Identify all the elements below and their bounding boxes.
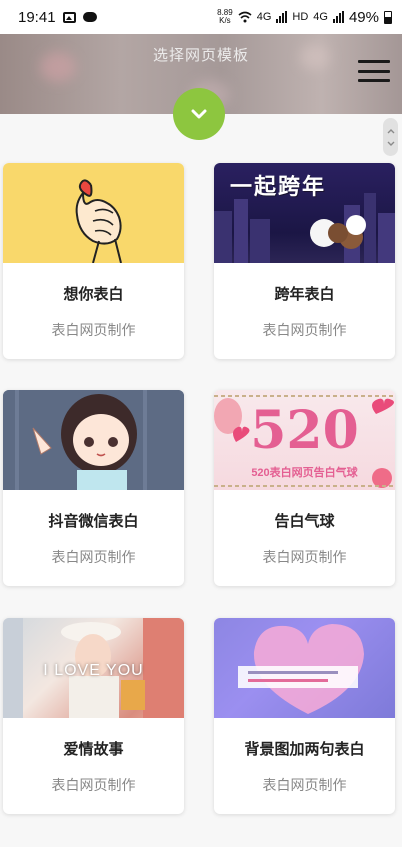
template-thumbnail: I LOVE YOU [3,618,184,718]
template-thumbnail: 一起跨年 [214,163,395,263]
template-title: 跨年表白 [274,286,335,303]
template-subtitle: 表白网页制作 [262,322,347,338]
chevron-down-icon [191,109,207,119]
thumbnail-caption: I LOVE YOU [43,662,144,679]
template-subtitle: 表白网页制作 [262,777,347,793]
template-title: 抖音微信表白 [48,513,139,530]
template-thumbnail: 520 520表白网页告白气球 [214,390,395,490]
chevron-down-icon [387,141,394,146]
template-subtitle: 表白网页制作 [51,549,136,565]
template-title: 背景图加两句表白 [244,741,365,758]
template-subtitle: 表白网页制作 [51,777,136,793]
template-thumbnail [3,163,184,263]
anime-girl-illustration [3,390,184,490]
chevron-up-icon [387,128,394,133]
template-card[interactable]: 背景图加两句表白 表白网页制作 [214,618,395,814]
pink-heart-cloud-illustration [238,624,364,714]
thumbnail-caption: 520 [250,400,359,461]
template-card[interactable]: 想你表白 表白网页制作 [3,163,184,359]
thumbnail-subcaption: 520表白网页告白气球 [251,467,358,479]
template-card[interactable]: 一起跨年 跨年表白 表白网页制作 [214,163,395,359]
template-subtitle: 表白网页制作 [262,549,347,565]
thumbnail-caption: 一起跨年 [230,174,327,199]
scroll-handle[interactable] [383,118,398,156]
template-card[interactable]: I LOVE YOU 爱情故事 表白网页制作 [3,618,184,814]
template-thumbnail [214,618,395,718]
template-title: 告白气球 [274,513,335,530]
template-title: 爱情故事 [63,741,124,758]
finger-heart-illustration [75,179,122,263]
template-thumbnail [3,390,184,490]
template-subtitle: 表白网页制作 [51,322,136,338]
expand-button[interactable] [173,88,225,140]
template-card[interactable]: 520 520表白网页告白气球 告白气球 表白网页制作 [214,390,395,586]
template-title: 想你表白 [63,286,124,303]
template-card[interactable]: 抖音微信表白 表白网页制作 [3,390,184,586]
